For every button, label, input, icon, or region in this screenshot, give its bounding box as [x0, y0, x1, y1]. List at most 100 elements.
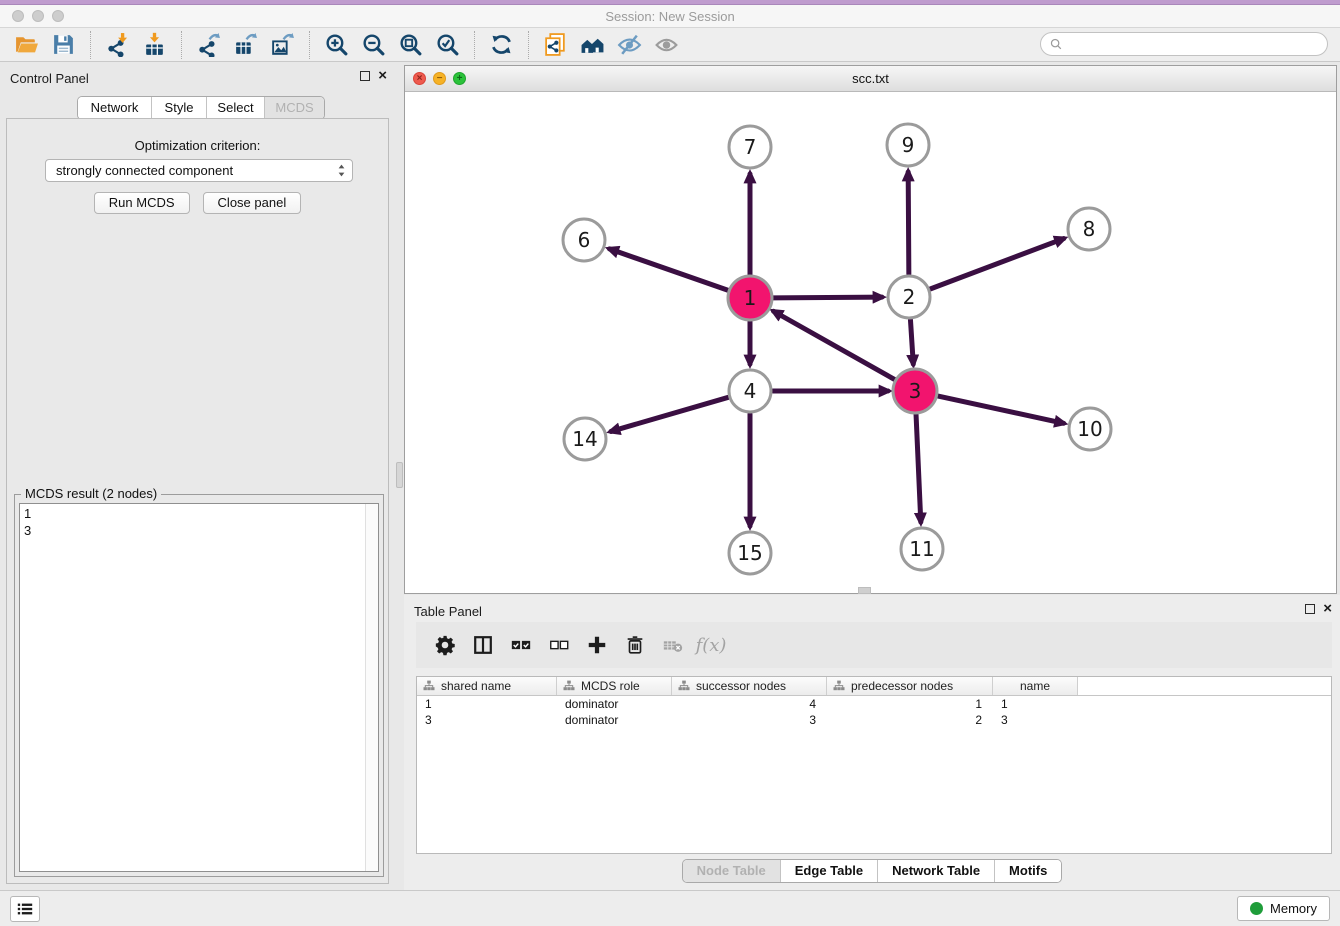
- memory-button[interactable]: Memory: [1237, 896, 1330, 921]
- import-network-icon[interactable]: [104, 31, 131, 58]
- first-neighbors-icon[interactable]: [579, 31, 606, 58]
- result-scrollbar[interactable]: [365, 504, 378, 871]
- splitter-grip-icon[interactable]: [396, 462, 403, 488]
- svg-text:3: 3: [909, 379, 922, 403]
- status-bar: Memory: [0, 890, 1340, 926]
- edge-2-9[interactable]: [908, 172, 909, 274]
- add-row-icon[interactable]: [584, 632, 610, 658]
- run-mcds-button[interactable]: Run MCDS: [94, 192, 190, 214]
- edge-4-14[interactable]: [611, 397, 728, 431]
- toolbar-separator: [474, 31, 475, 59]
- tab-edge-table[interactable]: Edge Table: [781, 860, 878, 882]
- cell-MCDS-role[interactable]: dominator: [557, 712, 672, 728]
- cell-successor-nodes[interactable]: 4: [672, 696, 827, 712]
- export-network-icon[interactable]: [195, 31, 222, 58]
- cell-shared-name[interactable]: 3: [417, 712, 557, 728]
- toolbar-separator: [528, 31, 529, 59]
- export-image-icon[interactable]: [269, 31, 296, 58]
- cell-predecessor-nodes[interactable]: 1: [827, 696, 993, 712]
- columns-icon[interactable]: [470, 632, 496, 658]
- node-9[interactable]: 9: [887, 124, 929, 166]
- zoom-in-icon[interactable]: [323, 31, 350, 58]
- panel-splitter-vertical[interactable]: [395, 62, 404, 890]
- search-field[interactable]: [1040, 32, 1328, 56]
- cell-shared-name[interactable]: 1: [417, 696, 557, 712]
- zoom-fit-icon[interactable]: [397, 31, 424, 58]
- node-3[interactable]: 3: [893, 369, 937, 413]
- deselect-all-icon[interactable]: [546, 632, 572, 658]
- edge-3-1[interactable]: [774, 311, 895, 379]
- cell-successor-nodes[interactable]: 3: [672, 712, 827, 728]
- node-15[interactable]: 15: [729, 532, 771, 574]
- column-header-name[interactable]: name: [993, 677, 1078, 695]
- edge-2-8[interactable]: [931, 239, 1064, 289]
- optimization-criterion-label: Optimization criterion:: [7, 138, 388, 153]
- column-header-successor-nodes[interactable]: successor nodes: [672, 677, 827, 695]
- tab-network-table[interactable]: Network Table: [878, 860, 995, 882]
- criterion-select[interactable]: strongly connected component: [45, 159, 353, 182]
- node-10[interactable]: 10: [1069, 408, 1111, 450]
- edge-3-11[interactable]: [916, 414, 921, 522]
- table-row[interactable]: 3dominator323: [417, 712, 1331, 728]
- cell-predecessor-nodes[interactable]: 2: [827, 712, 993, 728]
- delete-row-icon[interactable]: [622, 632, 648, 658]
- float-table-panel-icon[interactable]: [1305, 604, 1315, 614]
- save-session-icon[interactable]: [50, 31, 77, 58]
- show-panels-button[interactable]: [10, 896, 40, 922]
- table-toolbar: f(x): [416, 622, 1332, 668]
- show-all-icon[interactable]: [653, 31, 680, 58]
- mcds-result-list[interactable]: 13: [19, 503, 379, 872]
- search-input[interactable]: [1063, 34, 1327, 54]
- node-11[interactable]: 11: [901, 528, 943, 570]
- settings-icon[interactable]: [432, 632, 458, 658]
- tab-network[interactable]: Network: [78, 97, 152, 119]
- main-area: Control Panel × NetworkStyleSelectMCDS O…: [0, 62, 1340, 890]
- edge-1-6[interactable]: [609, 249, 728, 291]
- canvas-splitter-grip-icon[interactable]: [858, 587, 871, 594]
- table-row[interactable]: 1dominator411: [417, 696, 1331, 712]
- node-table: shared nameMCDS rolesuccessor nodesprede…: [416, 676, 1332, 854]
- tab-motifs[interactable]: Motifs: [995, 860, 1061, 882]
- edge-1-2[interactable]: [773, 297, 882, 298]
- network-canvas[interactable]: 7 9 6 8 1 2 4 3 14 10 15 11: [405, 92, 1336, 593]
- float-panel-icon[interactable]: [360, 71, 370, 81]
- column-header-shared-name[interactable]: shared name: [417, 677, 557, 695]
- edge-2-3[interactable]: [910, 320, 913, 364]
- node-2[interactable]: 2: [888, 276, 930, 318]
- close-table-panel-icon[interactable]: ×: [1323, 603, 1332, 615]
- node-14[interactable]: 14: [564, 418, 606, 460]
- hierarchy-icon: [423, 680, 435, 692]
- close-panel-button[interactable]: Close panel: [203, 192, 302, 214]
- new-network-from-selection-icon[interactable]: [542, 31, 569, 58]
- main-toolbar: [0, 28, 1340, 62]
- cell-name[interactable]: 3: [993, 712, 1078, 728]
- edge-3-10[interactable]: [937, 396, 1063, 423]
- tab-style[interactable]: Style: [152, 97, 207, 119]
- column-header-predecessor-nodes[interactable]: predecessor nodes: [827, 677, 993, 695]
- column-header-MCDS-role[interactable]: MCDS role: [557, 677, 672, 695]
- node-8[interactable]: 8: [1068, 208, 1110, 250]
- tab-mcds[interactable]: MCDS: [265, 97, 324, 119]
- cell-MCDS-role[interactable]: dominator: [557, 696, 672, 712]
- tab-node-table[interactable]: Node Table: [683, 860, 781, 882]
- export-table-icon[interactable]: [232, 31, 259, 58]
- zoom-out-icon[interactable]: [360, 31, 387, 58]
- cell-name[interactable]: 1: [993, 696, 1078, 712]
- criterion-select-value: strongly connected component: [56, 163, 337, 178]
- network-window-titlebar[interactable]: × − + scc.txt: [405, 66, 1336, 92]
- node-7[interactable]: 7: [729, 126, 771, 168]
- zoom-selected-icon[interactable]: [434, 31, 461, 58]
- hide-selected-icon[interactable]: [616, 31, 643, 58]
- node-4[interactable]: 4: [729, 370, 771, 412]
- select-all-icon[interactable]: [508, 632, 534, 658]
- network-graph[interactable]: 7 9 6 8 1 2 4 3 14 10 15 11: [405, 92, 1336, 593]
- node-6[interactable]: 6: [563, 219, 605, 261]
- open-session-icon[interactable]: [13, 31, 40, 58]
- node-1[interactable]: 1: [728, 276, 772, 320]
- import-table-icon[interactable]: [141, 31, 168, 58]
- tab-select[interactable]: Select: [207, 97, 265, 119]
- refresh-network-icon[interactable]: [488, 31, 515, 58]
- close-panel-icon[interactable]: ×: [378, 70, 387, 82]
- memory-button-label: Memory: [1270, 901, 1317, 916]
- hierarchy-icon: [678, 680, 690, 692]
